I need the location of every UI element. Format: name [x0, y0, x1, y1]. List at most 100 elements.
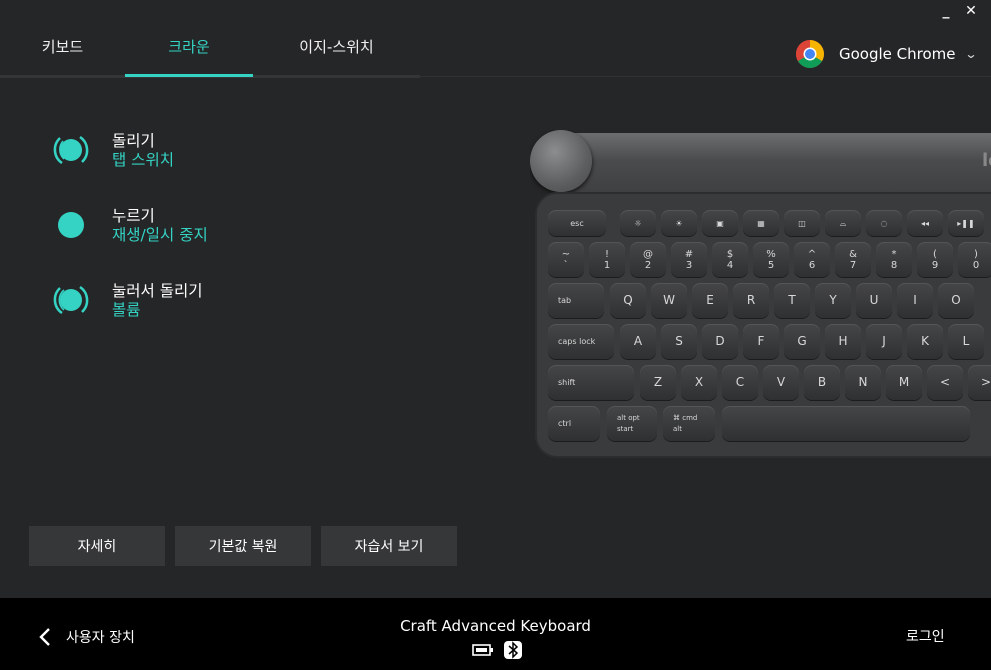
key-m: M	[886, 365, 922, 400]
key-q: Q	[610, 283, 646, 318]
key-f: F	[743, 324, 779, 359]
key-f5: ◫	[784, 210, 820, 236]
key-g: G	[784, 324, 820, 359]
keyboard-top-panel	[560, 133, 991, 195]
key-s: S	[661, 324, 697, 359]
key-alt-start: alt opt start	[607, 406, 657, 441]
key-f4: ▦	[743, 210, 779, 236]
key-l: L	[948, 324, 984, 359]
footer-bar: 사용자 장치 Craft Advanced Keyboard 로그인	[0, 598, 991, 670]
key-glyph: 0	[972, 259, 980, 271]
key-glyph: `	[563, 259, 569, 271]
key-7: & 7	[835, 242, 871, 277]
crown-action-turn[interactable]: 돌리기 탭 스위치	[52, 125, 382, 175]
key-glyph: alt	[673, 424, 682, 433]
key-comma: <	[927, 365, 963, 400]
key-glyph: 7	[849, 259, 857, 271]
key-9: (9	[917, 242, 953, 277]
key-u: U	[856, 283, 892, 318]
key-shift-glyph: ~	[561, 248, 571, 260]
tab-label: 이지-스위치	[299, 38, 374, 56]
key-glyph: start	[617, 424, 634, 433]
key-e: E	[692, 283, 728, 318]
key-f2: ☀	[661, 210, 697, 236]
key-period: >	[968, 365, 991, 400]
tab-active-indicator	[125, 74, 253, 77]
minimize-button[interactable]: _	[937, 2, 955, 20]
key-shift-glyph: %	[766, 248, 776, 260]
key-shift-glyph: &	[849, 248, 857, 260]
key-f6: ⌓	[825, 210, 861, 236]
login-link[interactable]: 로그인	[906, 626, 945, 646]
key-tilde: ~ `	[548, 242, 584, 277]
key-space	[722, 406, 970, 441]
key-glyph: 9	[931, 259, 939, 271]
more-button[interactable]: 자세히	[29, 526, 165, 566]
action-assignment: 재생/일시 중지	[112, 226, 208, 244]
key-shift-glyph: $	[726, 248, 734, 260]
key-glyph: 2	[644, 259, 652, 271]
tab-crown[interactable]: 크라운	[125, 36, 253, 77]
topbar-divider	[420, 76, 991, 77]
key-shift-glyph: !	[604, 248, 609, 260]
crown-dial	[530, 130, 592, 192]
action-assignment: 볼륨	[112, 301, 141, 319]
key-f9: ▸❚❚	[948, 210, 984, 236]
key-shift-glyph: (	[933, 248, 937, 260]
crown-action-press[interactable]: 누르기 재생/일시 중지	[52, 200, 382, 250]
key-v: V	[763, 365, 799, 400]
key-t: T	[774, 283, 810, 318]
key-j: J	[866, 324, 902, 359]
key-glyph: 4	[726, 259, 734, 271]
key-3: #3	[671, 242, 707, 277]
key-0: ) 0	[958, 242, 991, 277]
tab-label: 크라운	[168, 38, 210, 56]
key-caps-lock: caps lock	[548, 324, 614, 359]
key-n: N	[845, 365, 881, 400]
battery-icon	[472, 644, 493, 656]
crown-action-press-turn[interactable]: 눌러서 돌리기 볼륨	[52, 275, 382, 325]
key-c: C	[722, 365, 758, 400]
key-cmd-alt: ⌘ cmd alt	[663, 406, 715, 441]
key-shift-glyph: @	[643, 248, 653, 260]
key-1: ! 1	[589, 242, 625, 277]
chevron-down-icon: ⌄	[963, 47, 978, 61]
key-tab: tab	[548, 283, 604, 318]
key-o: O	[938, 283, 974, 318]
tab-keyboard[interactable]: 키보드	[0, 36, 125, 77]
crown-press-turn-icon	[53, 285, 89, 315]
tab-easy-switch[interactable]: 이지-스위치	[253, 36, 420, 77]
app-name: Google Chrome	[839, 45, 956, 63]
bluetooth-icon	[504, 641, 522, 659]
app-selector[interactable]: Google Chrome ⌄	[795, 39, 978, 69]
key-y: Y	[815, 283, 851, 318]
key-6: ^ 6	[794, 242, 830, 277]
key-w: W	[651, 283, 687, 318]
key-r: R	[733, 283, 769, 318]
key-shift: shift	[548, 365, 634, 400]
key-esc: esc	[548, 210, 606, 236]
key-shift-glyph: ^	[807, 248, 817, 260]
action-assignment: 탭 스위치	[112, 151, 174, 169]
key-f7: ◌	[866, 210, 902, 236]
key-i: I	[897, 283, 933, 318]
crown-press-icon	[58, 212, 84, 238]
device-name: Craft Advanced Keyboard	[400, 617, 591, 635]
keyboard-illustration: lo esc ☼ ☀ ▣ ▦ ◫ ⌓ ◌ ◂◂ ▸❚❚ ~` !1 @2 #3 …	[530, 130, 991, 460]
key-glyph: 3	[685, 259, 693, 271]
key-glyph: ⌘ cmd	[673, 413, 698, 422]
tab-label: 키보드	[41, 38, 84, 56]
key-5: % 5	[753, 242, 789, 277]
key-f1: ☼	[620, 210, 656, 236]
restore-defaults-button[interactable]: 기본값 복원	[175, 526, 311, 566]
key-ctrl: ctrl	[548, 406, 600, 441]
key-glyph: 6	[808, 259, 816, 271]
key-h: H	[825, 324, 861, 359]
close-button[interactable]: ✕	[962, 2, 980, 20]
logitech-logo: lo	[982, 150, 991, 171]
chrome-icon	[796, 40, 824, 68]
key-x: X	[681, 365, 717, 400]
tutorial-button[interactable]: 자습서 보기	[321, 526, 457, 566]
key-2: @2	[630, 242, 666, 277]
key-4: $4	[712, 242, 748, 277]
